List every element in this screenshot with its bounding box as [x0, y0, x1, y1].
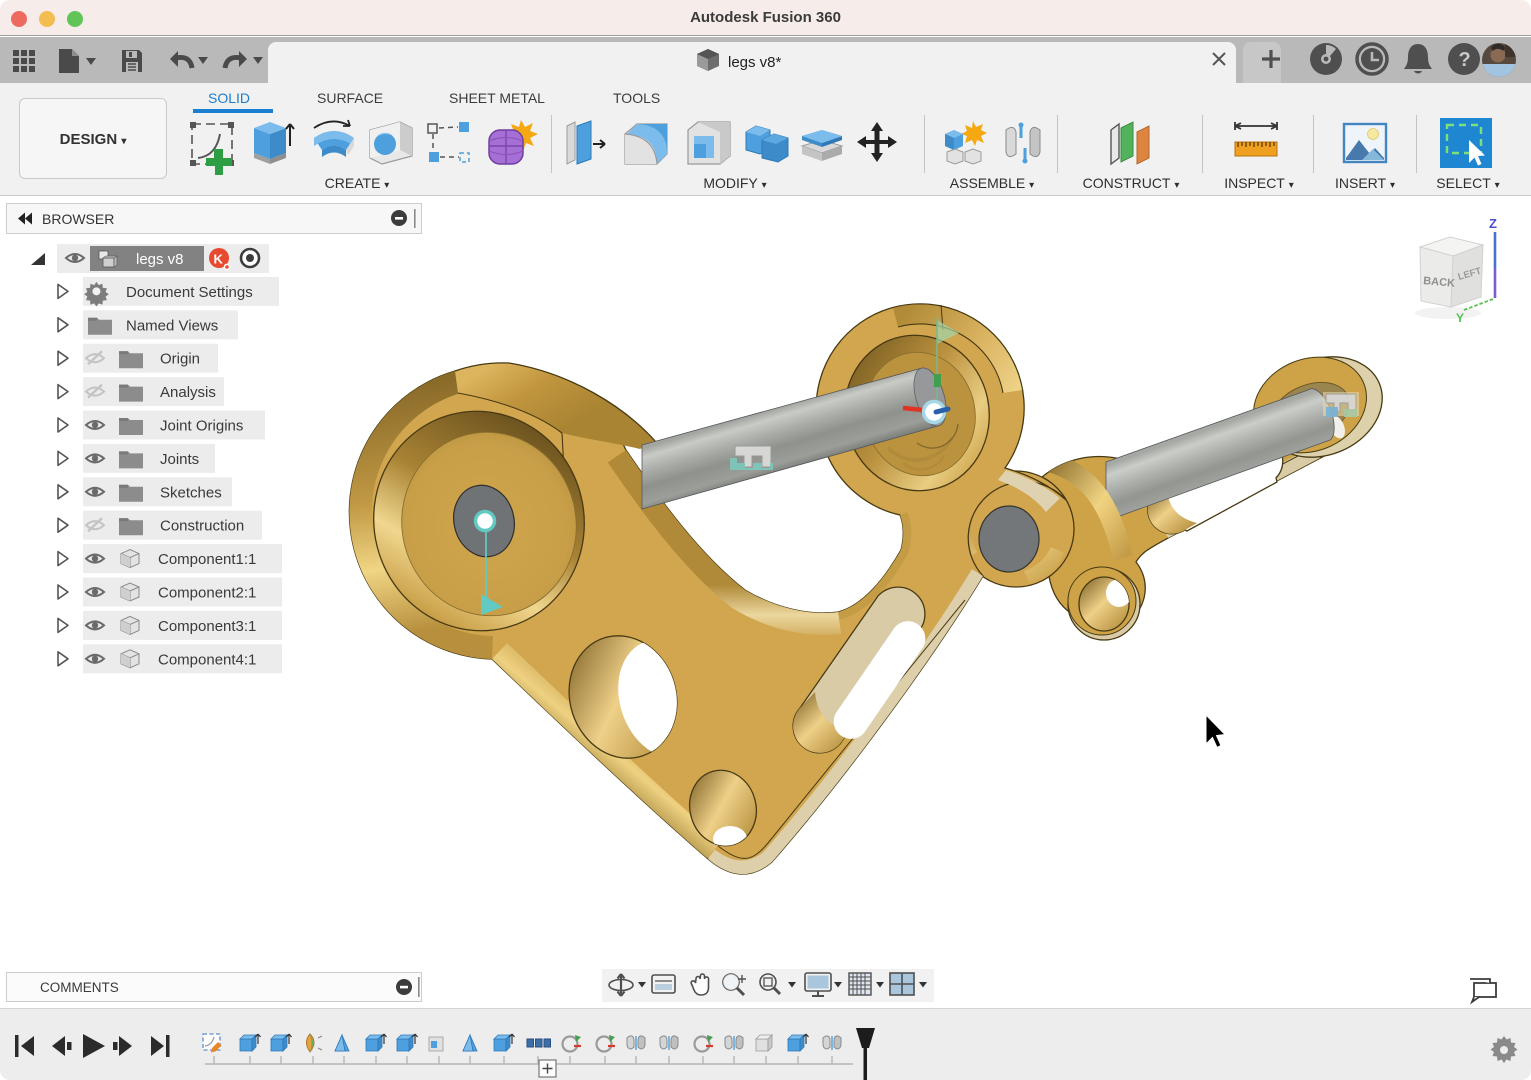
svg-text:BROWSER: BROWSER — [42, 211, 114, 227]
svg-text:COMMENTS: COMMENTS — [40, 980, 119, 995]
svg-text:Component4:1: Component4:1 — [158, 651, 256, 668]
svg-text:Component1:1: Component1:1 — [158, 551, 256, 568]
svg-text:Component3:1: Component3:1 — [158, 618, 256, 635]
svg-text:Sketches: Sketches — [160, 484, 222, 501]
svg-text:Component2:1: Component2:1 — [158, 585, 256, 602]
svg-text:Joints: Joints — [160, 451, 199, 468]
svg-text:Analysis: Analysis — [160, 384, 216, 401]
svg-text:Origin: Origin — [160, 351, 200, 368]
svg-text:Y: Y — [1456, 311, 1464, 325]
svg-text:?: ? — [1459, 49, 1471, 71]
svg-text:K: K — [214, 252, 224, 267]
svg-text:legs v8: legs v8 — [136, 251, 184, 268]
svg-text:Document Settings: Document Settings — [126, 284, 253, 301]
svg-text:Construction: Construction — [160, 518, 244, 535]
svg-text:Named Views: Named Views — [126, 317, 218, 334]
svg-text:Z: Z — [1489, 216, 1497, 231]
svg-text:legs v8*: legs v8* — [728, 54, 782, 71]
svg-text:Joint Origins: Joint Origins — [160, 418, 243, 435]
